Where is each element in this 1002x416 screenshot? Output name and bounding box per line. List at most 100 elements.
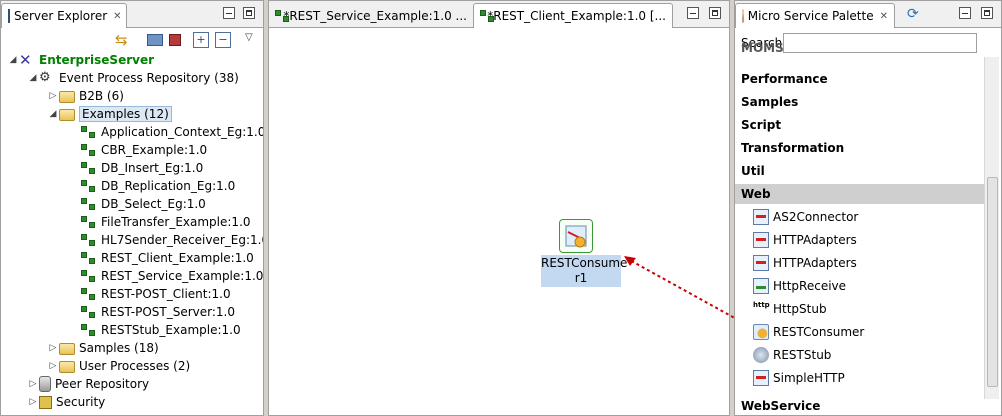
process-icon: [81, 160, 97, 176]
minimize-button[interactable]: [223, 7, 235, 19]
rest-stub-icon: [753, 347, 769, 363]
as2-connector-icon: [753, 209, 769, 225]
close-icon[interactable]: ✕: [113, 11, 121, 22]
tab-rest-client-example[interactable]: *REST_Client_Example:1.0 [...: [473, 3, 673, 28]
server-icon: ✕: [19, 51, 32, 69]
tree-node-process[interactable]: DB_Replication_Eg:1.0: [81, 177, 235, 195]
palette-category[interactable]: Script: [735, 115, 985, 135]
minimize-button[interactable]: [687, 7, 699, 19]
palette-category[interactable]: Transformation: [735, 138, 985, 158]
tree-node-process[interactable]: RESTStub_Example:1.0: [81, 321, 241, 339]
stop-icon[interactable]: [169, 34, 181, 46]
palette-category-cut[interactable]: MOMS: [735, 42, 985, 57]
rest-consumer-node-label[interactable]: RESTConsume r1: [541, 255, 628, 287]
folder-open-icon: [59, 109, 75, 121]
folder-icon: [59, 91, 75, 103]
rest-consumer-icon: [753, 324, 769, 340]
tree-label-b2b: B2B (6): [79, 89, 124, 103]
view-menu-icon[interactable]: ▽: [245, 32, 261, 48]
tree-node-process[interactable]: REST-POST_Client:1.0: [81, 285, 231, 303]
tab-server-explorer[interactable]: Server Explorer ✕: [1, 3, 127, 28]
palette-item[interactable]: http HttpStub: [753, 299, 827, 319]
process-icon: [81, 232, 97, 248]
palette-item[interactable]: SimpleHTTP: [753, 368, 845, 388]
rest-consumer-icon: [565, 225, 587, 248]
process-icon: [81, 322, 97, 338]
tree-node-process[interactable]: CBR_Example:1.0: [81, 141, 207, 159]
rest-consumer-node[interactable]: [559, 219, 593, 253]
close-icon[interactable]: ✕: [880, 11, 888, 22]
minimize-button[interactable]: [959, 7, 971, 19]
palette-category[interactable]: Performance: [735, 69, 985, 89]
server-explorer-icon: [8, 9, 10, 23]
refresh-icon[interactable]: ⟳: [907, 6, 923, 22]
palette-item-label: HttpReceive: [773, 279, 847, 293]
tree-node-process[interactable]: DB_Select_Eg:1.0: [81, 195, 206, 213]
collapse-all-icon[interactable]: −: [215, 32, 231, 48]
tree-node-process[interactable]: REST-POST_Server:1.0: [81, 303, 235, 321]
tree-node-peer[interactable]: ▷ Peer Repository: [27, 375, 149, 393]
tree-node-repo[interactable]: ◢ ⚙ Event Process Repository (38): [27, 69, 239, 87]
collapsed-arrow-icon[interactable]: ▷: [27, 379, 39, 389]
palette-item[interactable]: HTTPAdapters: [753, 230, 857, 250]
tree-node-samples[interactable]: ▷ Samples (18): [47, 339, 159, 357]
expand-all-icon[interactable]: +: [193, 32, 209, 48]
palette-item[interactable]: RESTStub: [753, 345, 831, 365]
tab-rest-service-example[interactable]: *REST_Service_Example:1.0 ...: [269, 3, 473, 28]
process-icon: [81, 304, 97, 320]
palette-title: Micro Service Palette: [747, 9, 874, 23]
tab-micro-service-palette[interactable]: Micro Service Palette ✕: [735, 3, 895, 28]
server-explorer-toolbar: ⇆ + − ▽: [1, 28, 263, 52]
sync-icon[interactable]: ⇆: [115, 32, 131, 48]
expand-arrow-icon[interactable]: ◢: [7, 55, 19, 65]
palette-item[interactable]: HTTPAdapters: [753, 253, 857, 273]
tree-node-user-processes[interactable]: ▷ User Processes (2): [47, 357, 190, 375]
process-icon: [81, 196, 97, 212]
tree-label-process: DB_Replication_Eg:1.0: [101, 179, 236, 193]
expand-arrow-icon[interactable]: ◢: [47, 109, 59, 119]
node-label-line1: RESTConsume: [541, 256, 628, 270]
maximize-button[interactable]: [243, 7, 255, 19]
tree-node-process[interactable]: FileTransfer_Example:1.0: [81, 213, 251, 231]
http-adapter-icon: [753, 255, 769, 271]
tree-label-process: RESTStub_Example:1.0: [101, 323, 241, 337]
palette-item-label: RESTStub: [773, 348, 832, 362]
tree-node-root[interactable]: ◢ ✕ EnterpriseServer: [7, 51, 154, 69]
collapsed-arrow-icon[interactable]: ▷: [47, 361, 59, 371]
tree-node-process[interactable]: REST_Client_Example:1.0: [81, 249, 254, 267]
palette-item-label: HTTPAdapters: [773, 233, 857, 247]
tree-node-process[interactable]: REST_Service_Example:1.0: [81, 267, 263, 285]
palette-item[interactable]: AS2Connector: [753, 207, 858, 227]
process-icon: [81, 286, 97, 302]
tree-label-security: Security: [56, 395, 106, 409]
collapsed-arrow-icon[interactable]: ▷: [47, 91, 59, 101]
collapsed-arrow-icon[interactable]: ▷: [47, 343, 59, 353]
collapsed-arrow-icon[interactable]: ▷: [27, 397, 39, 407]
expand-arrow-icon[interactable]: ◢: [27, 73, 39, 83]
palette-category[interactable]: Web: [735, 184, 985, 204]
tab-label: *REST_Client_Example:1.0 [...: [487, 9, 666, 23]
folder-icon: [59, 343, 75, 355]
maximize-button[interactable]: [981, 7, 993, 19]
palette-scrollbar[interactable]: [984, 57, 999, 399]
tree-node-security[interactable]: ▷ Security: [27, 393, 106, 411]
tree-label-user-processes: User Processes (2): [79, 359, 191, 373]
tree-label-root: EnterpriseServer: [39, 53, 155, 67]
tree-node-b2b[interactable]: ▷ B2B (6): [47, 87, 124, 105]
tree-node-process[interactable]: Application_Context_Eg:1.0: [81, 123, 263, 141]
tree-node-examples[interactable]: ◢ Examples (12): [47, 105, 172, 123]
tree-node-process[interactable]: HL7Sender_Receiver_Eg:1.0: [81, 231, 263, 249]
deploy-icon[interactable]: [147, 34, 163, 46]
maximize-button[interactable]: [709, 7, 721, 19]
palette-item-label: HTTPAdapters: [773, 256, 857, 270]
palette-category[interactable]: Util: [735, 161, 985, 181]
node-label-line2: r1: [574, 271, 588, 285]
scrollbar-thumb[interactable]: [987, 177, 998, 387]
tree-node-process[interactable]: DB_Insert_Eg:1.0: [81, 159, 203, 177]
tree-label-peer: Peer Repository: [55, 377, 150, 391]
palette-item[interactable]: RESTConsumer: [753, 322, 864, 342]
palette-category-webservice[interactable]: WebService: [735, 396, 985, 415]
palette-category[interactable]: Samples: [735, 92, 985, 112]
process-icon: [81, 142, 97, 158]
palette-item[interactable]: HttpReceive: [753, 276, 846, 296]
